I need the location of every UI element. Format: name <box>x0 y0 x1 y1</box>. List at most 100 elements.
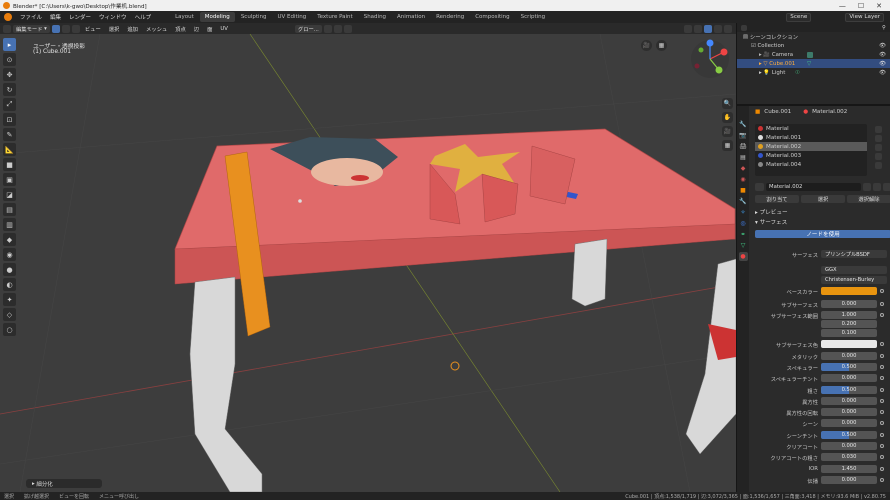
link-socket-icon[interactable] <box>880 342 884 347</box>
face-select-icon[interactable] <box>71 24 80 33</box>
menu-help[interactable]: ヘルプ <box>131 13 156 21</box>
tab-modeling[interactable]: Modeling <box>199 12 235 22</box>
particles-tab-icon[interactable]: ✧ <box>739 208 748 217</box>
preview-panel-header[interactable]: ▸ プレビュー <box>755 208 788 216</box>
prop-field[interactable]: 0.000 <box>821 419 877 428</box>
unlink-material-icon[interactable] <box>883 182 890 191</box>
overlay-icon[interactable] <box>684 24 692 33</box>
transform-tool-icon[interactable]: ⊡ <box>3 113 16 126</box>
camera-view-icon[interactable]: 🎥 <box>641 40 652 51</box>
navigation-gizmo[interactable] <box>689 38 731 80</box>
prop-field[interactable]: 0.500 <box>821 362 877 371</box>
vertex-select-icon[interactable] <box>51 24 60 33</box>
data-tab-icon[interactable]: ▽ <box>739 241 748 250</box>
link-socket-icon[interactable] <box>880 302 884 306</box>
menu-edit[interactable]: 編集 <box>46 13 65 21</box>
select-box-tool-icon[interactable]: ▸ <box>3 38 16 51</box>
prop-field[interactable]: 0.000 <box>821 408 877 417</box>
menu-file[interactable]: ファイル <box>16 13 46 21</box>
move-down-icon[interactable] <box>875 162 882 169</box>
pivot-icon[interactable] <box>323 24 332 33</box>
pan-icon[interactable]: ✋ <box>722 112 733 123</box>
surface-panel-header[interactable]: ▾ サーフェス <box>755 218 787 226</box>
menu-view[interactable]: ビュー <box>82 25 104 33</box>
menu-edge[interactable]: 辺 <box>191 25 202 33</box>
tab-shading[interactable]: Shading <box>359 12 391 22</box>
base-color-link-icon[interactable] <box>880 289 884 293</box>
material-tab-icon[interactable]: ● <box>738 252 748 261</box>
base-color-swatch[interactable] <box>821 287 877 295</box>
scene-collection-row[interactable]: ▤ シーンコレクション <box>737 32 890 41</box>
world-tab-icon[interactable]: ◉ <box>739 175 748 184</box>
loop-cut-tool-icon[interactable]: ▤ <box>3 203 16 216</box>
annotate-tool-icon[interactable]: ✎ <box>3 128 16 141</box>
material-slot-3[interactable]: Material.003 <box>755 151 867 160</box>
measure-tool-icon[interactable]: 📐 <box>3 143 16 156</box>
persp-toggle-icon[interactable]: ▦ <box>656 40 667 51</box>
assign-button[interactable]: 割り当て <box>755 195 799 203</box>
menu-select[interactable]: 選択 <box>106 25 123 33</box>
maximize-icon[interactable]: ☐ <box>858 2 864 10</box>
edge-slide-tool-icon[interactable]: ◐ <box>3 278 16 291</box>
material-slot-1[interactable]: Material.001 <box>755 133 867 142</box>
move-tool-icon[interactable]: ✥ <box>3 68 16 81</box>
link-socket-icon[interactable] <box>880 421 884 426</box>
link-socket-icon[interactable] <box>880 410 884 415</box>
object-tab-icon[interactable]: ■ <box>739 186 748 195</box>
knife-tool-icon[interactable]: ▥ <box>3 218 16 231</box>
menu-uv[interactable]: UV <box>217 26 231 32</box>
use-nodes-button[interactable]: ノードを使用 <box>755 230 890 238</box>
menu-mesh[interactable]: メッシュ <box>143 25 170 33</box>
material-slot-4[interactable]: Material.004 <box>755 160 867 169</box>
link-socket-icon[interactable] <box>880 376 884 381</box>
material-slot-2[interactable]: Material.002 <box>755 142 867 151</box>
spin-tool-icon[interactable]: ◉ <box>3 248 16 261</box>
render-tab-icon[interactable]: 📷 <box>739 131 748 140</box>
material-name-field[interactable]: Material.002 <box>766 182 861 191</box>
proportional-edit-icon[interactable] <box>343 24 352 33</box>
edge-select-icon[interactable] <box>61 24 70 33</box>
menu-add[interactable]: 追加 <box>124 25 141 33</box>
link-socket-icon[interactable] <box>880 466 884 471</box>
outliner-item-camera[interactable]: ▸ 🎥 Camera 👁 <box>737 50 890 59</box>
prop-field[interactable]: 0.030 <box>821 453 877 462</box>
link-socket-icon[interactable] <box>880 387 884 392</box>
window-controls[interactable]: — ☐ ✕ <box>839 2 890 10</box>
orientation-selector[interactable]: グロー... <box>294 24 322 33</box>
prop-field[interactable]: 0.500 <box>821 385 877 394</box>
link-socket-icon[interactable] <box>880 455 884 460</box>
select-button[interactable]: 選択 <box>801 195 845 203</box>
move-up-icon[interactable] <box>875 153 882 160</box>
material-shading-icon[interactable] <box>714 24 722 33</box>
constraints-tab-icon[interactable]: ⚭ <box>739 230 748 239</box>
3d-viewport[interactable] <box>0 34 736 492</box>
editor-type-icon[interactable] <box>3 24 11 33</box>
menu-window[interactable]: ウィンドウ <box>95 13 131 21</box>
blender-menu-icon[interactable] <box>4 13 12 21</box>
tab-animation[interactable]: Animation <box>392 12 430 22</box>
snap-icon[interactable] <box>333 24 342 33</box>
cube-visibility-icon[interactable]: 👁 <box>879 61 886 67</box>
prop-field[interactable]: 1.450 <box>821 464 877 473</box>
camera-visibility-icon[interactable]: 👁 <box>879 52 886 58</box>
link-socket-icon[interactable] <box>880 313 884 317</box>
outliner-item-cube[interactable]: ▸ ▽ Cube.001 ▽ 👁 <box>737 59 890 68</box>
smooth-tool-icon[interactable]: ● <box>3 263 16 276</box>
prop-field[interactable]: 0.000 <box>821 396 877 405</box>
3d-cursor[interactable] <box>450 361 460 371</box>
tab-compositing[interactable]: Compositing <box>470 12 514 22</box>
prop-field[interactable]: 0.500 <box>821 430 877 439</box>
xray-icon[interactable] <box>694 24 702 33</box>
tab-scripting[interactable]: Scripting <box>516 12 550 22</box>
browse-material-icon[interactable] <box>755 182 764 191</box>
modifier-tab-icon[interactable]: 🔧 <box>739 197 748 206</box>
link-socket-icon[interactable] <box>880 477 884 482</box>
surface-shader-selector[interactable]: プリンシプルBSDF <box>821 250 887 258</box>
bevel-tool-icon[interactable]: ◪ <box>3 188 16 201</box>
prop-field[interactable]: 1.000 <box>821 311 877 319</box>
ortho-icon[interactable]: ▦ <box>722 140 733 151</box>
visibility-icon[interactable]: 👁 <box>879 43 886 49</box>
link-socket-icon[interactable] <box>880 398 884 403</box>
material-slot-0[interactable]: Material <box>755 124 867 133</box>
fake-user-icon[interactable] <box>863 182 871 191</box>
